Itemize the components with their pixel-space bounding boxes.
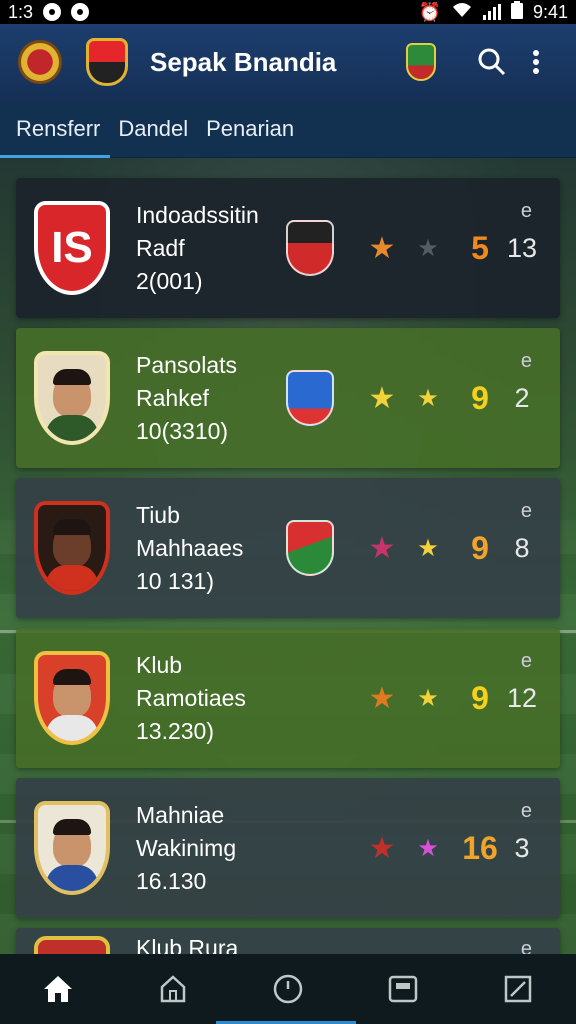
club-stat: 13.230) (136, 717, 215, 744)
item-more-icon[interactable]: e (521, 800, 532, 823)
opponent-badge-icon (286, 370, 334, 426)
nav-home[interactable] (28, 959, 88, 1019)
item-more-icon[interactable]: e (521, 350, 532, 373)
club-list: IS Indoadssitin Radf 2(001) ★ ★ 5 13 e P… (16, 178, 560, 978)
count-value: 8 (514, 532, 530, 563)
federation-logo-icon[interactable] (18, 40, 62, 84)
club-info: Klub Ramotiaes 13.230) (136, 649, 286, 748)
item-more-icon[interactable]: e (521, 500, 532, 523)
nav-club[interactable] (143, 959, 203, 1019)
app-bar: Sepak Bnandia (0, 24, 576, 100)
club-info: Indoadssitin Radf 2(001) (136, 199, 286, 298)
star-icon: ★ (368, 681, 396, 715)
player-avatar (30, 648, 114, 748)
list-item[interactable]: IS Indoadssitin Radf 2(001) ★ ★ 5 13 e (16, 178, 560, 318)
status-clock: 9:41 (532, 1, 568, 22)
club-info: Tiub Mahhaaes 10 131) (136, 499, 286, 598)
score-value: 9 (471, 679, 489, 716)
score-value: 5 (471, 229, 489, 266)
club-name: Mahniae (136, 801, 225, 828)
opponent-badge-icon (286, 220, 334, 276)
club-crest-icon (86, 38, 128, 86)
edit-icon (505, 975, 532, 1003)
star-icon: ★ (417, 534, 439, 562)
club-name: Indoadssitin (136, 201, 259, 228)
list-item[interactable]: Mahniae Wakinimg 16.130 ★ ★ 16 3 e (16, 778, 560, 918)
signal-icon (482, 4, 501, 20)
list-item[interactable]: Klub Ramotiaes 13.230) ★ ★ 9 12 e (16, 628, 560, 768)
club-subtitle: Rahkef (136, 384, 209, 411)
star-icon: ★ (417, 384, 439, 412)
overflow-menu-button[interactable] (514, 40, 558, 84)
star-icon: ★ (417, 834, 439, 862)
app-title: Sepak Bnandia (150, 46, 337, 77)
status-bar: 1:3 ⏰ 9:41 (0, 0, 576, 24)
nav-news[interactable] (373, 959, 433, 1019)
club-subtitle: Wakinimg (136, 834, 237, 861)
star-icon: ★ (417, 234, 439, 262)
club-subtitle: Radf (136, 234, 185, 261)
league-badge-icon[interactable] (406, 43, 436, 81)
club-info: Pansolats Rahkef 10(3310) (136, 349, 286, 448)
item-more-icon[interactable]: e (521, 650, 532, 673)
club-stat: 10 131) (136, 567, 215, 594)
score-value: 9 (471, 379, 489, 416)
score-value: 16 (462, 829, 498, 866)
bottom-navigation (0, 954, 576, 1024)
alarm-icon: ⏰ (418, 1, 441, 22)
tab-bar: Rensferr Dandel Penarian (0, 100, 576, 158)
club-subtitle: Mahhaaes (136, 534, 244, 561)
tab-rensferr[interactable]: Rensferr (0, 100, 111, 158)
notification-icon (43, 3, 62, 21)
star-icon: ★ (417, 684, 439, 712)
club-info: Mahniae Wakinimg 16.130 (136, 799, 286, 898)
tab-penarian[interactable]: Penarian (200, 100, 300, 158)
house-outline-icon (160, 975, 186, 1003)
status-time: 1:3 (8, 1, 34, 22)
star-icon: ★ (368, 531, 396, 565)
more-vert-icon (533, 50, 539, 74)
battery-icon (510, 0, 523, 24)
club-stat: 2(001) (136, 267, 203, 294)
home-icon (43, 976, 72, 1002)
club-stat: 16.130 (136, 867, 207, 894)
nav-schedule[interactable] (258, 959, 318, 1019)
score-value: 9 (471, 529, 489, 566)
count-value: 12 (506, 682, 538, 713)
wifi-icon (451, 2, 473, 23)
count-value: 3 (514, 832, 530, 863)
player-avatar (30, 798, 114, 898)
club-logo-icon: IS (30, 198, 114, 298)
star-icon: ★ (368, 381, 396, 415)
tab-dandel[interactable]: Dandel (112, 100, 194, 158)
status-right: ⏰ 9:41 (418, 0, 568, 24)
club-subtitle: Ramotiaes (136, 684, 246, 711)
club-name: Pansolats (136, 351, 238, 378)
club-name: Tiub (136, 501, 180, 528)
star-icon: ★ (368, 831, 396, 865)
list-item[interactable]: Pansolats Rahkef 10(3310) ★ ★ 9 2 e (16, 328, 560, 468)
player-avatar (30, 498, 114, 598)
search-button[interactable] (470, 40, 514, 84)
count-value: 2 (514, 382, 530, 413)
player-avatar (30, 348, 114, 448)
nav-edit[interactable] (488, 959, 548, 1019)
item-more-icon[interactable]: e (521, 200, 532, 223)
list-item[interactable]: Tiub Mahhaaes 10 131) ★ ★ 9 8 e (16, 478, 560, 618)
club-name: Klub (136, 651, 183, 678)
notification-icon-2 (71, 3, 90, 21)
search-icon (478, 48, 506, 76)
status-left: 1:3 (8, 1, 90, 23)
clock-icon (273, 974, 303, 1004)
club-stat: 10(3310) (136, 417, 229, 444)
opponent-badge-icon (286, 520, 334, 576)
star-icon: ★ (368, 231, 396, 265)
count-value: 13 (506, 232, 538, 263)
news-icon (388, 975, 418, 1003)
